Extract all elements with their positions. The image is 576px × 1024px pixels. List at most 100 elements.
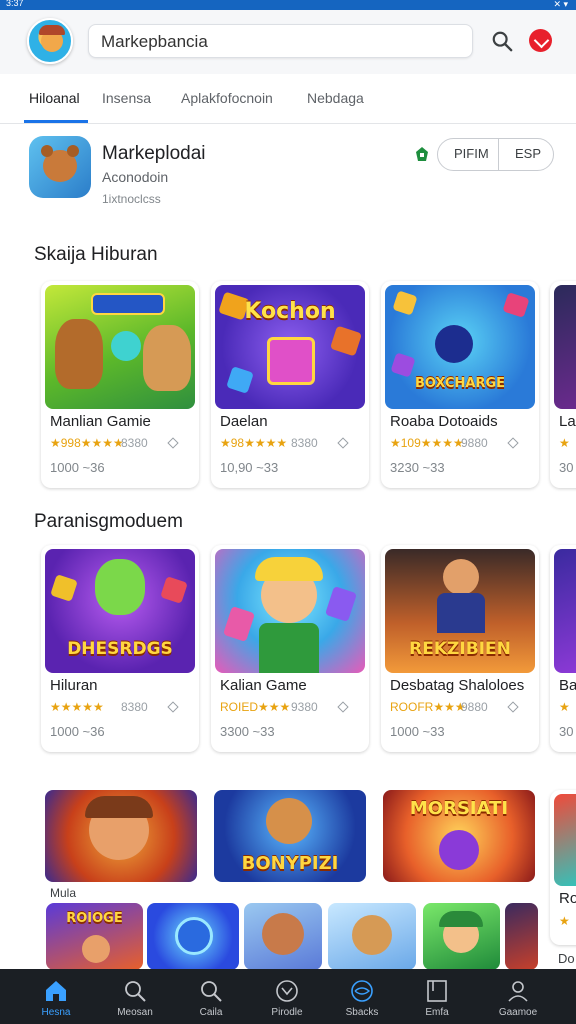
search-icon[interactable] <box>491 30 513 52</box>
nav-item-gaamoe[interactable]: Gaamoe <box>482 969 554 1024</box>
app-rating: ★ <box>559 436 570 450</box>
character-face-icon <box>82 935 110 963</box>
app-downloads: 10,90 ~33 <box>220 460 279 475</box>
thumbnail-title: BOXCHARGE <box>414 376 506 391</box>
search-icon <box>201 981 222 1002</box>
tag-icon <box>167 437 179 449</box>
featured-action-group: PIFIM ESP <box>437 138 554 171</box>
app-card[interactable]: Kalian Game ROIED★★★ 9380 3300 ~33 <box>211 545 369 752</box>
app-downloads: 30 <box>559 460 574 475</box>
app-rating: ★★★★★ <box>50 700 104 714</box>
app-name: Roaba Dotoaids <box>390 413 498 430</box>
app-tile[interactable]: BONYPIZI <box>214 790 366 882</box>
app-thumbnail: Kochon <box>215 285 365 409</box>
app-tile[interactable] <box>423 903 500 970</box>
app-tile[interactable]: ROIOGE <box>46 903 143 970</box>
search-input[interactable]: Markepbancia <box>88 24 473 58</box>
nav-label: Caila <box>199 1007 223 1018</box>
app-card[interactable]: BOXCHARGE Roaba Dotoaids ★109★★★★ 9880 3… <box>381 281 539 488</box>
app-card-partial[interactable]: Ro ★ <box>550 790 576 945</box>
app-tile[interactable] <box>45 790 197 882</box>
tab-hiloanal[interactable]: Hiloanal <box>29 90 80 106</box>
nav-item-meosan[interactable]: Meosan <box>99 969 171 1024</box>
logo-hair-icon <box>39 25 65 35</box>
app-tile[interactable] <box>244 903 322 970</box>
verified-icon <box>416 147 428 161</box>
featured-app-icon[interactable] <box>29 136 91 198</box>
app-tile[interactable]: MORSIATI <box>383 790 535 882</box>
app-logo[interactable] <box>27 18 73 64</box>
app-downloads: 1000 ~36 <box>50 724 105 739</box>
nav-label: Hesna <box>41 1007 71 1018</box>
tab-nebdaga[interactable]: Nebdaga <box>307 90 364 106</box>
puzzle-board-icon <box>267 337 315 385</box>
tag-icon <box>167 701 179 713</box>
block-icon <box>226 366 254 394</box>
app-rating: ★98★★★★ <box>220 436 288 450</box>
tab-insensa[interactable]: Insensa <box>102 90 151 106</box>
app-name: Ba <box>559 677 576 694</box>
app-tile[interactable] <box>505 903 538 970</box>
app-rating: ROOFR★★★ <box>390 700 466 714</box>
esp-button[interactable]: ESP <box>515 146 541 161</box>
thumbnail-title: BONYPIZI <box>241 853 339 874</box>
app-downloads: Do <box>558 951 575 966</box>
block-icon <box>50 574 78 602</box>
character-hair-icon <box>255 557 323 581</box>
app-card[interactable]: Kochon Daelan ★98★★★★ 8380 10,90 ~33 <box>211 281 369 488</box>
record-icon[interactable] <box>529 29 552 52</box>
thumbnail-title: REKZIBIEN <box>409 639 511 659</box>
app-tile[interactable] <box>147 903 239 970</box>
app-rating: ★109★★★★ <box>390 436 464 450</box>
character-hat-icon <box>85 796 153 818</box>
nav-item-emfa[interactable]: Emfa <box>401 969 473 1024</box>
block-icon <box>324 586 358 622</box>
character-icon <box>143 325 191 391</box>
bear-icon <box>41 145 79 182</box>
character-face-icon <box>266 798 312 844</box>
book-icon <box>427 980 447 1002</box>
app-downloads: 3300 ~33 <box>220 724 275 739</box>
app-card-partial[interactable]: La ★ 30 <box>550 281 576 488</box>
app-card[interactable]: Manlian Gamie ★998★★★★ 8380 1000 ~36 <box>41 281 199 488</box>
character-body-icon <box>437 593 485 633</box>
active-tab-indicator <box>24 120 88 123</box>
featured-app[interactable]: Markeplodai Aconodoin 1ixtnoclcss PIFIM … <box>0 124 576 224</box>
character-body-icon <box>259 623 319 673</box>
app-name: Daelan <box>220 413 268 430</box>
character-face-icon <box>443 559 479 595</box>
block-icon <box>502 292 530 318</box>
tab-bar: Hiloanal Insensa Aplakfofocnoin Nebdaga <box>0 74 576 124</box>
game-logo-banner <box>91 293 165 315</box>
app-card[interactable]: DHESRDGS Hiluran ★★★★★ 8380 1000 ~36 <box>41 545 199 752</box>
pifim-button[interactable]: PIFIM <box>454 146 489 161</box>
app-tile[interactable] <box>328 903 416 970</box>
monster-icon <box>175 917 213 955</box>
tag-icon <box>507 437 519 449</box>
controller-icon <box>435 325 473 363</box>
nav-item-caila[interactable]: Caila <box>175 969 247 1024</box>
nav-item-sbacks[interactable]: Sbacks <box>326 969 398 1024</box>
nav-item-pirodle[interactable]: Pirodle <box>251 969 323 1024</box>
app-rating: ★ <box>559 914 570 928</box>
featured-app-subtitle: 1ixtnoclcss <box>102 192 161 206</box>
app-name: Ro <box>559 890 576 907</box>
section-label: Mula <box>50 886 77 900</box>
app-size: 8380 <box>291 436 318 450</box>
app-name: Hiluran <box>50 677 98 694</box>
app-size: 9880 <box>461 700 488 714</box>
app-name: La <box>559 413 576 430</box>
app-rating: ROIED★★★ <box>220 700 291 714</box>
nav-item-home[interactable]: Hesna <box>20 969 92 1024</box>
tab-aplakfofocnoin[interactable]: Aplakfofocnoin <box>181 90 273 106</box>
thumbnail-title: MORSIATI <box>409 798 509 819</box>
app-thumbnail <box>45 285 195 409</box>
app-card[interactable]: REKZIBIEN Desbatag Shaloloes ROOFR★★★ 98… <box>381 545 539 752</box>
app-size: 8380 <box>121 436 148 450</box>
app-downloads: 30 <box>559 724 574 739</box>
app-card-partial[interactable]: Ba ★ 30 <box>550 545 576 752</box>
app-rating: ★998★★★★ <box>50 436 124 450</box>
nav-label: Meosan <box>117 1007 153 1018</box>
orb-icon <box>111 331 141 361</box>
block-icon <box>160 576 188 604</box>
